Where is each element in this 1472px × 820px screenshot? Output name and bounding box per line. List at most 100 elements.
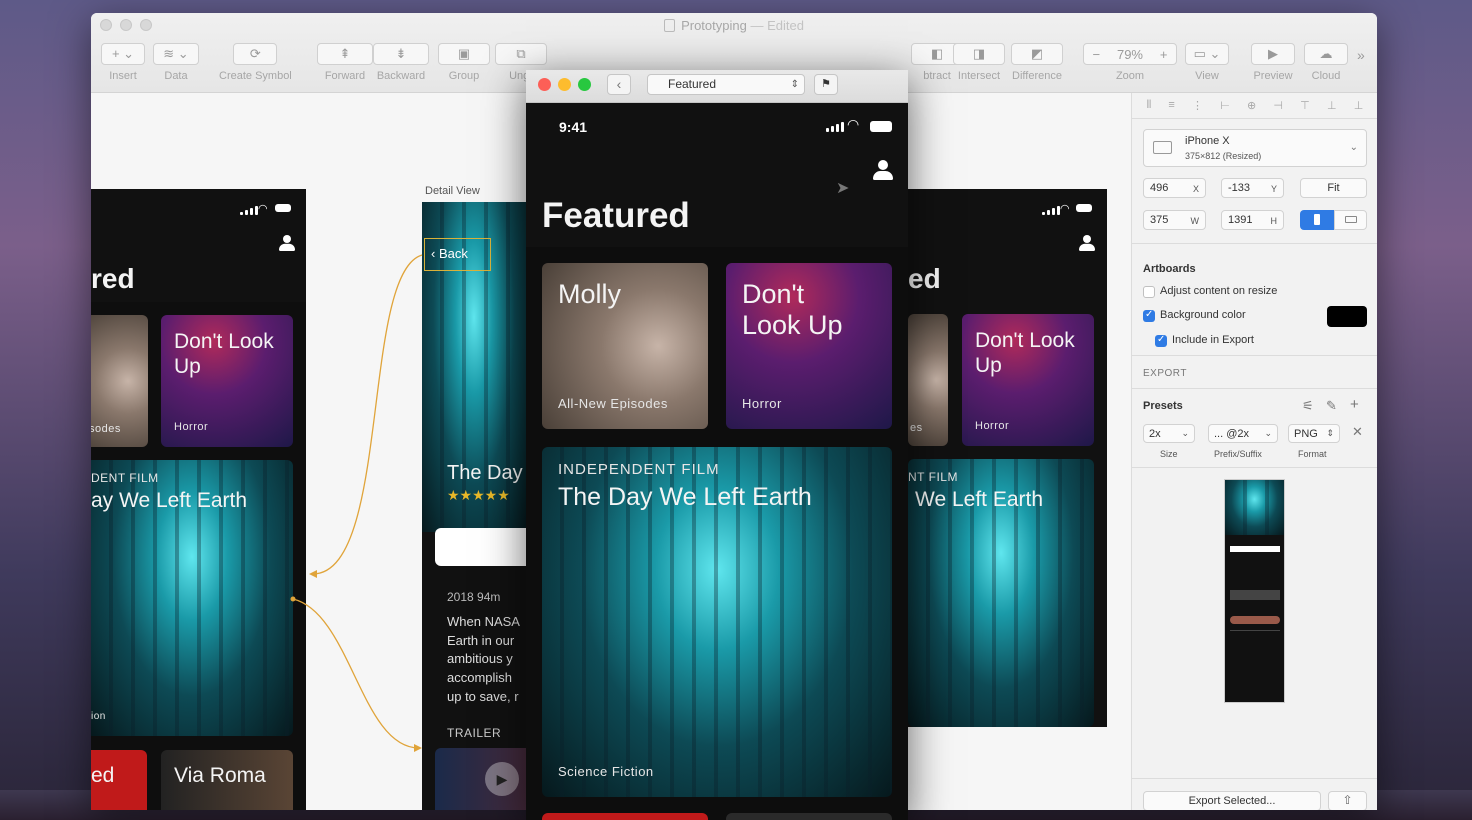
artboard-select[interactable]: Featured ⇕ (647, 74, 805, 95)
back-link[interactable]: ‹ Back (431, 246, 468, 261)
intersect-tool[interactable]: ◨ Intersect (953, 43, 1005, 82)
feature-card[interactable]: INDEPENDENT FILM The Day We Left Earth S… (542, 447, 892, 797)
include-export-checkbox[interactable] (1155, 334, 1167, 347)
align-bottom-icon[interactable]: ⊥ (1354, 99, 1364, 112)
next-card-red[interactable] (542, 813, 708, 820)
via-roma-card[interactable]: Via Roma (161, 750, 293, 810)
align-right-icon[interactable]: ⊣ (1273, 99, 1283, 112)
flag-icon[interactable]: ⚑ (814, 74, 838, 95)
back-hotspot[interactable]: ‹ Back (424, 238, 491, 271)
profile-icon[interactable] (873, 160, 893, 180)
sliders-icon[interactable]: ⚟ (1302, 398, 1314, 414)
left-feature-card[interactable]: DENT FILM ay We Left Earth ion (91, 460, 293, 736)
zoom-button[interactable] (578, 78, 591, 91)
distribute-h-icon[interactable]: ⫴ (1147, 99, 1152, 112)
y-field[interactable]: -133 Y (1221, 178, 1284, 198)
intersect-icon[interactable]: ◨ (953, 43, 1005, 65)
difference-tool[interactable]: ◩ Difference (1011, 43, 1063, 82)
align-left-icon[interactable]: ⊢ (1220, 99, 1230, 112)
width-field[interactable]: 375 W (1143, 210, 1206, 230)
add-preset-icon[interactable]: + (1350, 396, 1359, 413)
align-center-icon[interactable]: ≡ (1168, 99, 1174, 111)
chevron-down-icon: ⌄ (1181, 428, 1189, 438)
play-icon[interactable]: ▶ (1251, 43, 1295, 65)
detail-artboard[interactable]: ‹ Back The Day ★★★★★ 2018 94m When NASA … (422, 202, 526, 810)
cloud-icon[interactable]: ☁ (1304, 43, 1348, 65)
zoom-out-icon[interactable]: − (1092, 47, 1100, 62)
symbol-icon[interactable]: ⟳ (233, 43, 278, 65)
portrait-toggle[interactable] (1300, 210, 1334, 230)
create-symbol-tool[interactable]: ⟳ Create Symbol (219, 43, 292, 82)
preview-titlebar: ‹ Featured ⇕ ⚑ (526, 70, 908, 103)
export-heading: EXPORT (1143, 368, 1187, 379)
molly-card[interactable]: Molly All-New Episodes (542, 263, 708, 429)
data-icon[interactable]: ≋ ⌄ (153, 43, 199, 65)
zoom-control[interactable]: − 79% + (1083, 43, 1177, 65)
group-tool[interactable]: ▣ Group (438, 43, 490, 82)
share-icon[interactable]: ⇧ (1328, 791, 1367, 810)
left-dlu-card[interactable]: Don't Look Up Horror (161, 315, 293, 447)
zoom-tool[interactable]: − 79% + Zoom (1083, 43, 1177, 82)
right-feature-card[interactable]: NT FILM We Left Earth (908, 459, 1094, 727)
height-field[interactable]: 1391 H (1221, 210, 1284, 230)
right-dlu-genre: Horror (975, 420, 1010, 432)
difference-icon[interactable]: ◩ (1011, 43, 1063, 65)
trailer-thumbnail[interactable]: ▶ (435, 748, 526, 810)
left-molly-card[interactable]: sodes (91, 315, 148, 447)
left-red-card[interactable]: ed (91, 750, 147, 810)
remove-preset-icon[interactable]: ✕ (1352, 424, 1363, 440)
device-size: 375×812 (Resized) (1185, 151, 1262, 161)
data-tool[interactable]: ≋ ⌄ Data (153, 43, 199, 82)
export-selected-button[interactable]: Export Selected... (1143, 791, 1321, 810)
play-button[interactable] (435, 528, 526, 566)
distribute-v-icon[interactable]: ⋮ (1192, 99, 1203, 112)
close-button[interactable] (538, 78, 551, 91)
align-vcenter-icon[interactable]: ⊥ (1327, 99, 1337, 112)
next-card-dark[interactable] (726, 813, 892, 820)
right-molly-card[interactable]: es (908, 314, 948, 446)
background-color-checkbox[interactable] (1143, 309, 1155, 322)
insert-tool[interactable]: + ⌄ Insert (101, 43, 145, 82)
dont-look-up-card[interactable]: Don't Look Up Horror (726, 263, 892, 429)
preview-tool[interactable]: ▶ Preview (1251, 43, 1295, 82)
backward-icon[interactable]: ⇟ (373, 43, 429, 65)
minimize-button[interactable] (558, 78, 571, 91)
align-top-icon[interactable]: ⊤ (1300, 99, 1310, 112)
device-select[interactable]: iPhone X 375×812 (Resized) ⌄ (1143, 129, 1367, 167)
forward-tool[interactable]: ⇞ Forward (317, 43, 373, 82)
adjust-content-checkbox[interactable] (1143, 286, 1155, 298)
left-artboard[interactable]: ◠ red sodes Don't Look Up Horror DENT FIL… (91, 189, 306, 810)
size-select[interactable]: 2x ⌄ (1143, 424, 1195, 443)
background-color-swatch[interactable] (1327, 306, 1367, 327)
right-dlu-card[interactable]: Don't Look Up Horror (962, 314, 1094, 446)
view-tool[interactable]: ▭ ⌄ View (1185, 43, 1229, 82)
right-dlu-title: Don't Look Up (975, 329, 1075, 377)
fit-button[interactable]: Fit (1300, 178, 1367, 198)
prefix-select[interactable]: ... @2x ⌄ (1208, 424, 1278, 443)
adjust-content-label: Adjust content on resize (1160, 285, 1278, 297)
view-icon[interactable]: ▭ ⌄ (1185, 43, 1229, 65)
profile-icon[interactable] (1079, 235, 1095, 251)
link-back (312, 254, 423, 575)
forward-icon[interactable]: ⇞ (317, 43, 373, 65)
align-hcenter-icon[interactable]: ⊕ (1247, 99, 1256, 112)
profile-icon[interactable] (279, 235, 295, 251)
intersect-label: Intersect (957, 70, 1001, 82)
ungroup-icon[interactable]: ⧉ (495, 43, 547, 65)
stepper-icon: ⇕ (790, 79, 799, 90)
backward-tool[interactable]: ⇟ Backward (373, 43, 429, 82)
group-icon[interactable]: ▣ (438, 43, 490, 65)
right-artboard[interactable]: ◠ ed es Don't Look Up Horror NT FILM We Le… (891, 189, 1107, 727)
format-select[interactable]: PNG ⇕ (1288, 424, 1340, 443)
artboards-heading: Artboards (1143, 263, 1196, 275)
play-icon[interactable]: ▶ (485, 762, 519, 796)
create-symbol-label: Create Symbol (219, 70, 292, 82)
cloud-tool[interactable]: ☁ Cloud (1304, 43, 1348, 82)
x-field[interactable]: 496 X (1143, 178, 1206, 198)
more-icon[interactable]: » (1357, 47, 1365, 63)
zoom-in-icon[interactable]: + (1160, 47, 1168, 62)
pencil-icon[interactable]: ✎ (1326, 398, 1337, 414)
plus-icon[interactable]: + ⌄ (101, 43, 145, 65)
chevron-left-icon[interactable]: ‹ (607, 74, 631, 95)
landscape-toggle[interactable] (1334, 210, 1367, 230)
